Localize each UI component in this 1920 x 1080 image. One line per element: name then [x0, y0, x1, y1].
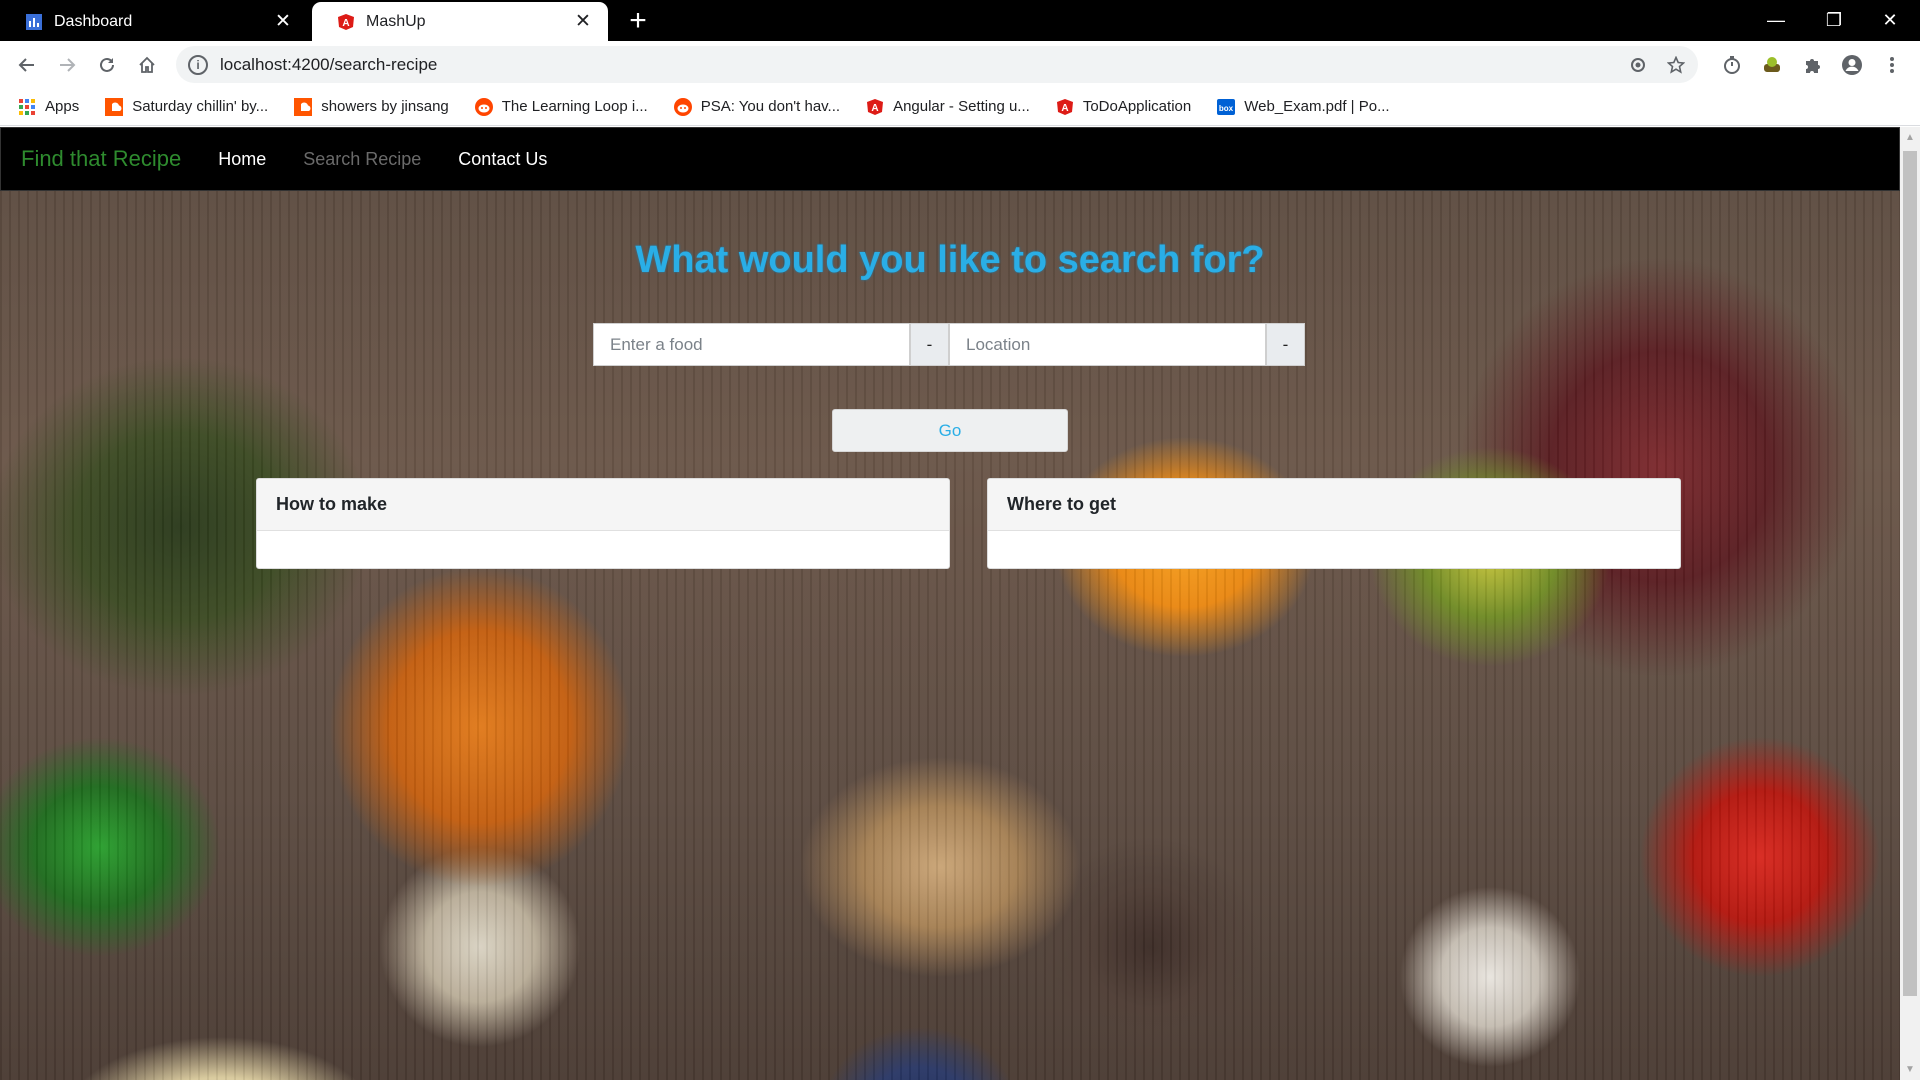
dashboard-favicon-icon: [24, 12, 44, 32]
menu-kebab-icon[interactable]: [1876, 49, 1908, 81]
go-button[interactable]: Go: [832, 409, 1068, 452]
app-navbar: Find that Recipe Home Search Recipe Cont…: [0, 127, 1900, 191]
new-tab-button[interactable]: +: [624, 6, 652, 36]
reddit-icon: [474, 97, 493, 116]
angular-icon: A: [866, 98, 884, 116]
bookmark-label: Angular - Setting u...: [893, 98, 1030, 115]
food-input[interactable]: [593, 323, 910, 366]
location-clear-button[interactable]: -: [1266, 323, 1305, 366]
bookmark-label: The Learning Loop i...: [501, 98, 648, 115]
svg-text:box: box: [1219, 104, 1234, 113]
browser-toolbar: i localhost:4200/search-recipe: [0, 41, 1920, 88]
bookmark-learning-loop[interactable]: The Learning Loop i...: [474, 97, 648, 116]
minimize-icon[interactable]: —: [1748, 0, 1804, 41]
reddit-icon: [673, 97, 692, 116]
reload-icon[interactable]: [91, 49, 123, 81]
scroll-up-arrow-icon[interactable]: ▲: [1900, 129, 1920, 146]
back-icon[interactable]: [11, 49, 43, 81]
svg-text:A: A: [1061, 103, 1068, 114]
bookmark-angular-setting-up[interactable]: A Angular - Setting u...: [866, 98, 1030, 116]
box-icon: box: [1217, 98, 1236, 116]
bookmark-label: Web_Exam.pdf | Po...: [1244, 98, 1390, 115]
nav-search-recipe[interactable]: Search Recipe: [303, 149, 421, 170]
soundcloud-icon: [294, 97, 313, 116]
bookmark-saturday-chillin[interactable]: Saturday chillin' by...: [105, 97, 269, 116]
bookmark-label: ToDoApplication: [1082, 98, 1192, 115]
bookmark-label: showers by jinsang: [321, 98, 449, 115]
timer-extension-icon[interactable]: [1716, 49, 1748, 81]
location-input[interactable]: [949, 323, 1266, 366]
page-title: What would you like to search for?: [635, 239, 1265, 281]
extension-app-icon[interactable]: [1756, 49, 1788, 81]
card-header: How to make: [257, 479, 949, 531]
bookmark-label: Apps: [45, 98, 80, 115]
scroll-down-arrow-icon[interactable]: ▼: [1900, 1061, 1920, 1078]
bookmark-psa[interactable]: PSA: You don't hav...: [673, 97, 841, 116]
tab-title: Dashboard: [54, 12, 133, 30]
forward-icon[interactable]: [51, 49, 83, 81]
tab-dashboard[interactable]: Dashboard ✕: [0, 2, 308, 41]
page-scrollbar[interactable]: ▲ ▼: [1900, 127, 1920, 1080]
profile-avatar-icon[interactable]: [1836, 49, 1868, 81]
restore-icon[interactable]: ❐: [1806, 0, 1862, 41]
nav-contact-us[interactable]: Contact Us: [458, 149, 547, 170]
url-text[interactable]: localhost:4200/search-recipe: [220, 55, 1622, 75]
close-window-icon[interactable]: ✕: [1862, 0, 1918, 41]
angular-icon: A: [1056, 98, 1074, 116]
browser-tab-strip: Dashboard ✕ A MashUp ✕ + — ❐ ✕: [0, 0, 1920, 41]
bookmark-apps[interactable]: Apps: [18, 98, 79, 116]
bookmark-label: Saturday chillin' by...: [132, 98, 269, 115]
tab-title: MashUp: [366, 12, 426, 30]
bookmarks-bar: Apps Saturday chillin' by... showers by …: [0, 88, 1920, 126]
location-target-icon[interactable]: [1622, 49, 1654, 81]
bookmark-web-exam-pdf[interactable]: box Web_Exam.pdf | Po...: [1217, 98, 1390, 116]
how-to-make-card: How to make: [256, 478, 950, 569]
extensions-puzzle-icon[interactable]: [1796, 49, 1828, 81]
tab-mashup[interactable]: A MashUp ✕: [312, 2, 608, 41]
site-info-icon[interactable]: i: [188, 54, 208, 75]
svg-text:A: A: [871, 103, 878, 114]
bookmark-label: PSA: You don't hav...: [700, 98, 841, 115]
food-clear-button[interactable]: -: [910, 323, 949, 366]
home-icon[interactable]: [131, 49, 163, 81]
search-input-group: - -: [593, 323, 1305, 366]
scrollbar-thumb[interactable]: [1903, 151, 1917, 996]
bookmark-star-icon[interactable]: [1660, 49, 1692, 81]
brand-link[interactable]: Find that Recipe: [21, 146, 181, 172]
angular-favicon-icon: A: [336, 12, 356, 32]
nav-home[interactable]: Home: [218, 149, 266, 170]
where-to-get-card: Where to get: [987, 478, 1681, 569]
apps-grid-icon: [18, 98, 36, 116]
bookmark-showers-by-jinsang[interactable]: showers by jinsang: [294, 97, 449, 116]
address-bar[interactable]: i localhost:4200/search-recipe: [176, 46, 1698, 83]
page-viewport: Find that Recipe Home Search Recipe Cont…: [0, 127, 1900, 1080]
close-tab-icon[interactable]: ✕: [272, 11, 294, 33]
svg-text:A: A: [342, 18, 349, 29]
close-tab-icon[interactable]: ✕: [572, 11, 594, 33]
soundcloud-icon: [105, 97, 124, 116]
card-header: Where to get: [988, 479, 1680, 531]
bookmark-todoapplication[interactable]: A ToDoApplication: [1056, 98, 1191, 116]
